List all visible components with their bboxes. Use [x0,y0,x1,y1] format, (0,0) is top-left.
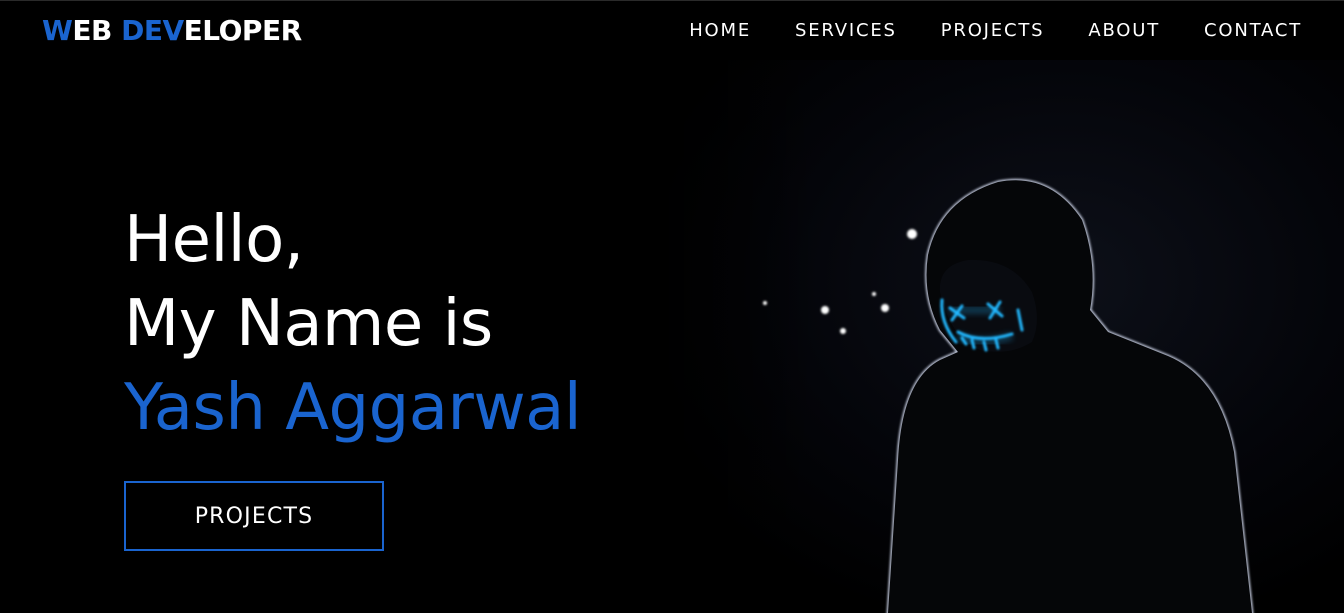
hero-intro: Hello, My Name is Yash Aggarwal [124,198,582,450]
logo-segment: EB [72,14,122,47]
nav-link-contact[interactable]: CONTACT [1204,20,1302,41]
projects-button[interactable]: PROJECTS [124,481,384,551]
nav-link-projects[interactable]: PROJECTS [941,20,1045,41]
hero-greeting: Hello, [124,203,304,277]
nav-link-home[interactable]: HOME [689,20,751,41]
site-logo[interactable]: WEB DEVELOPER [42,14,302,47]
nav-links: HOME SERVICES PROJECTS ABOUT CONTACT [689,20,1302,41]
top-navbar: WEB DEVELOPER HOME SERVICES PROJECTS ABO… [0,0,1344,62]
hero-name: Yash Aggarwal [124,371,582,445]
nav-link-about[interactable]: ABOUT [1088,20,1160,41]
nav-link-services[interactable]: SERVICES [795,20,897,41]
hero-name-prefix: My Name is [124,287,493,361]
hooded-figure-image [640,60,1344,613]
logo-segment: DEV [121,14,184,47]
logo-segment: ELOPER [183,14,302,47]
logo-segment: W [42,14,73,47]
